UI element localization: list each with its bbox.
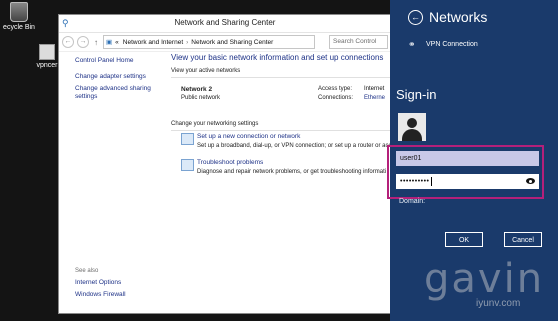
address-bar-row: ← → ↑ ▣ « Network and Internet › Network… [59,33,391,52]
sidebar-item-advanced-sharing[interactable]: Change advanced sharing settings [75,85,155,101]
ok-button[interactable]: OK [445,232,483,247]
recycle-bin-label: ecycle Bin [3,24,35,31]
connections-label: Connections: [318,95,354,101]
networking-settings-heading: Change your networking settings [171,121,259,127]
section-divider [171,77,391,78]
recycle-bin-shortcut[interactable]: ecycle Bin [0,0,38,31]
sidebar-item-control-panel-home[interactable]: Control Panel Home [75,57,134,65]
vpn-connection-item[interactable]: ⚭ VPN Connection [408,40,478,49]
flyout-header: ← Networks [408,9,487,25]
username-field[interactable]: user01 [396,151,539,166]
watermark-text: gavin [424,256,545,302]
signin-heading: Sign-in [396,87,437,102]
network-name: Network 2 [181,86,213,93]
vpn-connection-label: VPN Connection [426,41,478,48]
sidebar-item-internet-options[interactable]: Internet Options [75,279,121,287]
breadcrumb-network-internet[interactable]: Network and Internet [123,39,183,46]
sidebar-item-windows-firewall[interactable]: Windows Firewall [75,291,126,299]
breadcrumb-separator: › [186,38,189,46]
ethernet-connection-link[interactable]: Etherne [364,95,385,101]
troubleshoot-link[interactable]: Troubleshoot problems [197,159,263,166]
vpn-file-shortcut[interactable]: vpncer [33,44,61,69]
back-icon[interactable]: ← [408,9,423,25]
setup-connection-description: Set up a broadband, dial-up, or VPN conn… [197,143,392,149]
search-input[interactable]: Search Control [329,35,388,49]
sidebar-item-adapter-settings[interactable]: Change adapter settings [75,73,146,81]
control-panel-icon: ▣ [106,39,113,46]
setup-connection-link[interactable]: Set up a new connection or network [197,133,300,140]
see-also-heading: See also [75,268,99,274]
text-caret [430,176,432,186]
troubleshoot-icon [181,159,194,171]
new-connection-icon [181,133,194,145]
cancel-button[interactable]: Cancel [504,232,542,247]
network-sharing-window: ⚲ Network and Sharing Center ← → ↑ ▣ « N… [58,14,392,314]
recycle-bin-icon [10,2,28,22]
password-mask: •••••••••• [400,178,430,185]
vpn-file-label: vpncer [36,62,58,69]
window-titlebar[interactable]: ⚲ Network and Sharing Center [59,15,391,33]
access-type-row: Access type: Internet [318,86,384,92]
password-field[interactable]: •••••••••• [396,174,539,189]
troubleshoot-description: Diagnose and repair network problems, or… [197,169,387,175]
flyout-title: Networks [429,9,488,25]
network-category[interactable]: Public network [181,95,220,101]
breadcrumb-sharing-center[interactable]: Network and Sharing Center [191,39,273,46]
up-arrow-icon[interactable]: ↑ [92,38,100,47]
window-title: Network and Sharing Center [174,18,276,27]
left-pane: Control Panel Home Change adapter settin… [59,52,165,313]
domain-label: Domain: [399,198,426,205]
section-divider [171,130,391,131]
active-networks-heading: View your active networks [171,68,241,74]
connections-row: Connections: Etherne [318,95,385,101]
main-content: View your basic network information and … [171,52,391,313]
access-type-label: Access type: [318,86,353,92]
breadcrumb[interactable]: ▣ « Network and Internet › Network and S… [103,35,315,49]
user-avatar-icon [398,113,426,141]
reveal-password-eye-icon[interactable] [526,178,535,184]
vpn-connection-icon: ⚭ [408,39,416,49]
back-arrow-icon[interactable]: ← [62,36,74,48]
breadcrumb-overflow[interactable]: « [115,39,119,46]
forward-arrow-icon[interactable]: → [77,36,89,48]
access-type-value: Internet [364,86,385,92]
file-icon [39,44,55,60]
page-title: View your basic network information and … [171,53,384,62]
watermark-subtext: iyunv.com [476,298,521,309]
